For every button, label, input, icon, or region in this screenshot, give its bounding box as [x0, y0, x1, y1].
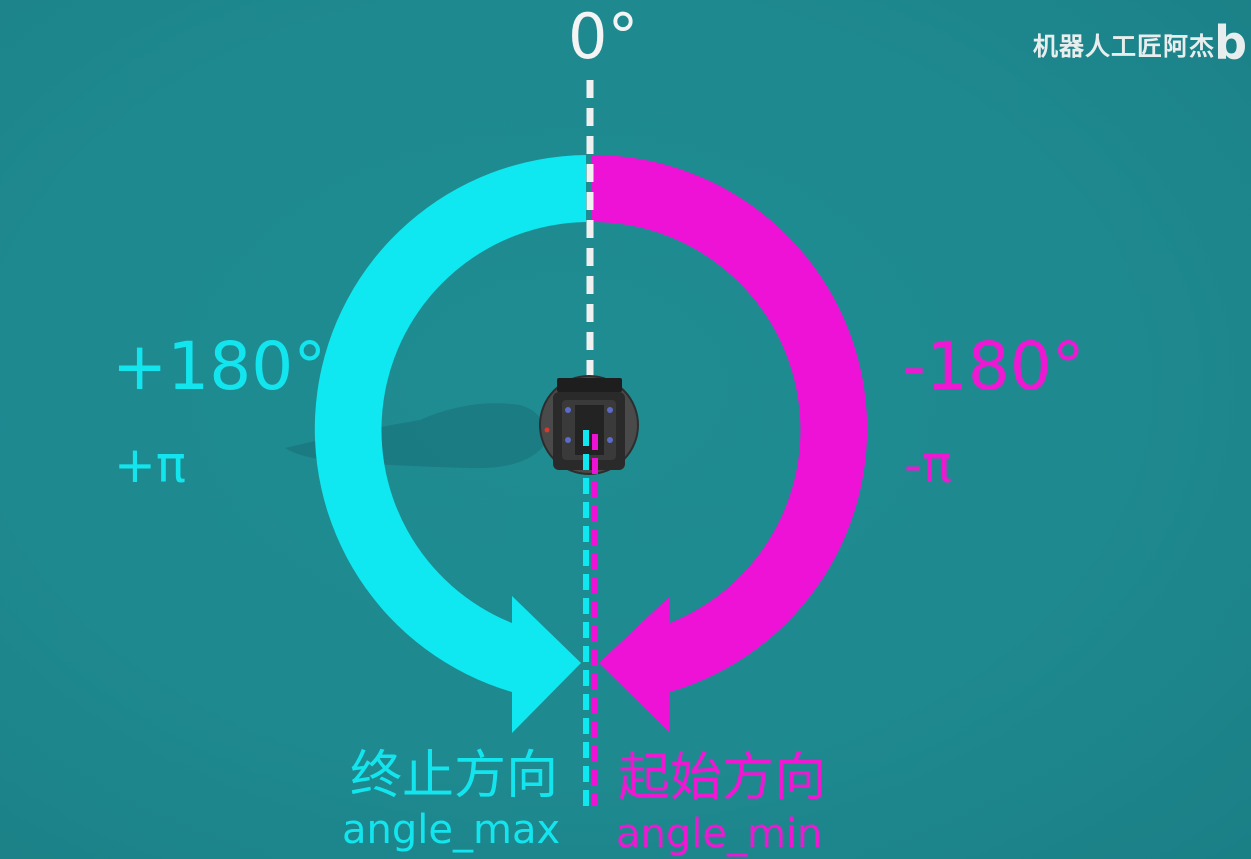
start-direction-label: 起始方向	[618, 748, 827, 808]
negative-pi-label: -π	[904, 436, 953, 494]
angle-diagram	[285, 80, 868, 806]
negative-180-label: -180°	[902, 328, 1085, 405]
zero-degree-label: 0°	[568, 0, 639, 73]
channel-watermark: 机器人工匠阿杰	[1032, 32, 1215, 61]
angle-min-label: angle_min	[616, 811, 823, 857]
bilibili-logo-icon: b	[1214, 16, 1247, 70]
positive-180-label: +180°	[112, 328, 327, 405]
end-direction-label: 终止方向	[350, 746, 559, 806]
positive-pi-label: +π	[114, 436, 186, 494]
angle-max-label: angle_max	[342, 807, 561, 853]
